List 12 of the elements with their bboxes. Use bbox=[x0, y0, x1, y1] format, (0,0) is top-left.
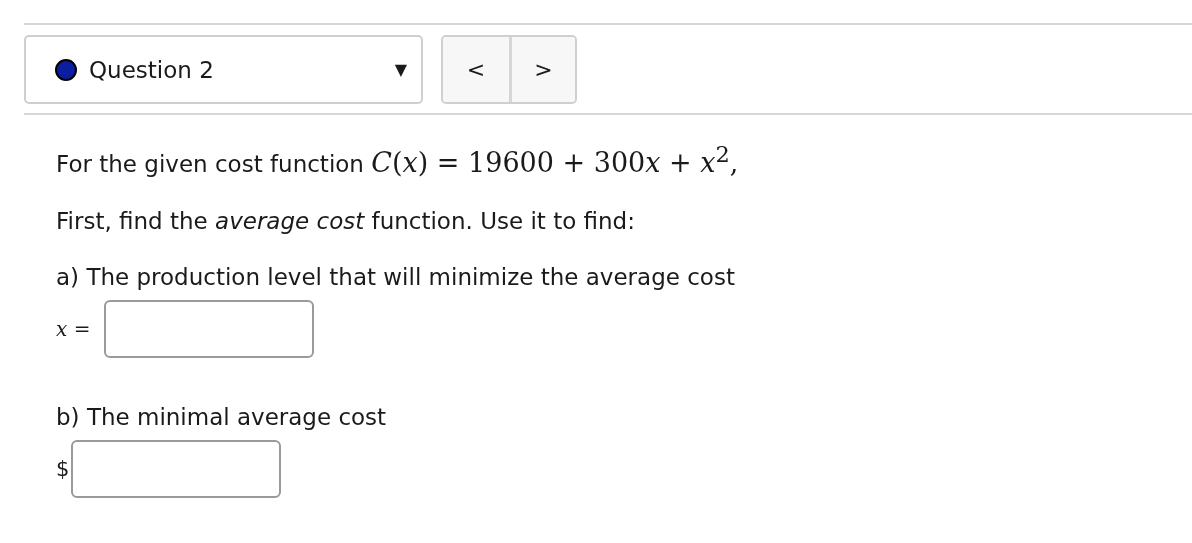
part-prompt: b) The minimal average cost bbox=[56, 404, 388, 430]
status-dot-icon bbox=[55, 58, 77, 81]
question-text: For the given cost function C(x) = 19600 + 300x + x$^{2}$, bbox=[56, 141, 740, 178]
answer-field[interactable] bbox=[104, 300, 315, 358]
instruction-text: First, find the average cost function. Use it to find: bbox=[56, 208, 636, 234]
part-prompt: a) The production level that will minimize the average cost bbox=[56, 264, 736, 290]
previous-button[interactable]: < bbox=[443, 37, 509, 102]
question-dropdown[interactable]: Question 2 ▼ bbox=[24, 35, 423, 104]
answer-label: $ bbox=[56, 457, 70, 481]
answer-label: x = bbox=[56, 317, 91, 341]
next-button[interactable]: > bbox=[509, 37, 575, 102]
answer-field[interactable] bbox=[71, 440, 282, 498]
